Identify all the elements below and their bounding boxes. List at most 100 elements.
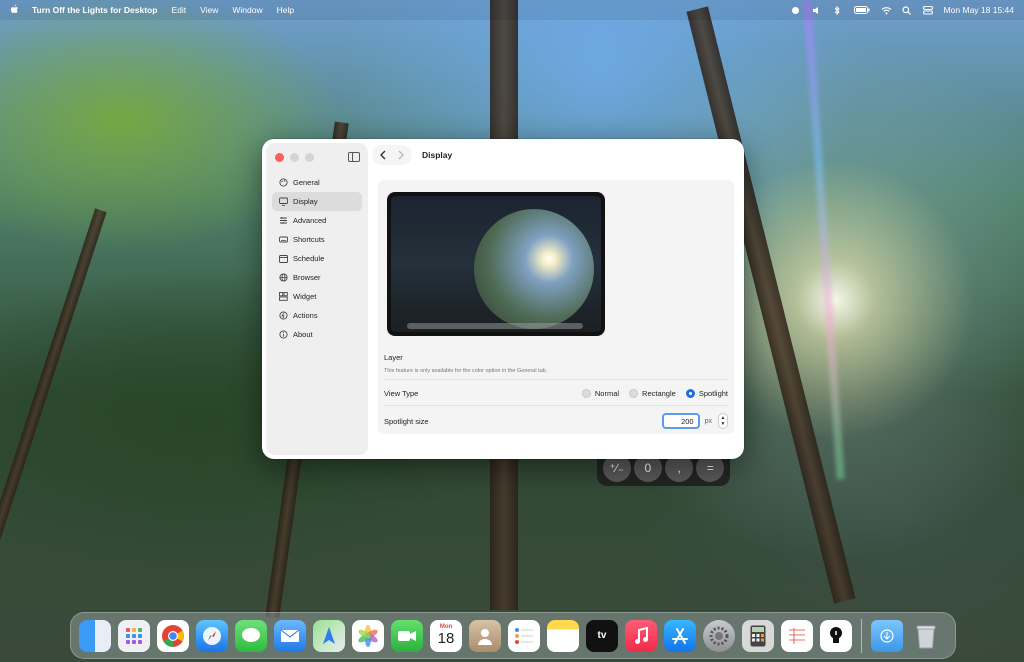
maps-icon[interactable]	[313, 619, 345, 652]
sidebar-item-general[interactable]: General	[272, 173, 362, 192]
info-icon	[279, 330, 288, 339]
sidebar-toggle-icon[interactable]	[348, 152, 360, 162]
divider	[384, 405, 728, 406]
toolbar: Display	[372, 144, 452, 166]
reminders-icon[interactable]	[508, 619, 540, 652]
calendar-app-icon[interactable]: Mon 18	[430, 619, 462, 652]
control-center-icon[interactable]	[922, 6, 933, 15]
sidebar-item-label: Browser	[293, 273, 321, 282]
photos-icon[interactable]	[352, 619, 384, 652]
calendar-icon	[279, 254, 288, 263]
numbers-icon[interactable]	[781, 619, 813, 652]
menu-help[interactable]: Help	[277, 5, 294, 15]
sidebar-item-label: Widget	[293, 292, 317, 301]
calendar-day: 18	[437, 630, 455, 647]
dock-separator	[861, 618, 862, 653]
menu-bar: Turn Off the Lights for Desktop Edit Vie…	[0, 0, 1024, 20]
bolt-icon	[279, 311, 288, 320]
bluetooth-icon[interactable]	[833, 5, 843, 16]
sidebar-item-label: Schedule	[293, 254, 325, 263]
sidebar-item-label: General	[293, 178, 320, 187]
sidebar-item-label: Display	[293, 197, 318, 206]
menu-edit[interactable]: Edit	[171, 5, 186, 15]
keyboard-icon	[279, 235, 288, 244]
sidebar-item-label: Advanced	[293, 216, 327, 225]
view-type-row: View Type Normal Rectangle Spotlight	[384, 386, 728, 400]
turn-off-the-lights-icon[interactable]	[820, 619, 852, 652]
sidebar-item-label: Shortcuts	[293, 235, 325, 244]
globe-icon	[279, 273, 288, 282]
radio-spotlight-dot[interactable]	[685, 388, 695, 398]
layer-note: This feature is only available for the c…	[384, 368, 548, 374]
page-title: Display	[422, 150, 453, 160]
apple-menu-icon[interactable]	[10, 4, 20, 17]
view-type-radio-group: Normal Rectangle Spotlight	[581, 388, 728, 398]
sidebar-item-schedule[interactable]: Schedule	[272, 249, 362, 268]
mail-icon[interactable]	[274, 619, 306, 652]
downloads-folder-icon[interactable]	[871, 619, 903, 652]
spotlight-preview	[387, 192, 605, 336]
display-settings-panel: Layer This feature is only available for…	[378, 180, 734, 434]
apple-tv-icon[interactable]: tv	[586, 619, 618, 652]
sidebar-item-display[interactable]: Display	[272, 192, 362, 211]
spotlight-circle	[474, 209, 594, 329]
widget-icon	[279, 292, 288, 301]
sidebar-item-browser[interactable]: Browser	[272, 268, 362, 287]
back-button[interactable]	[376, 148, 390, 162]
clock[interactable]: Mon May 18 15:44	[944, 5, 1014, 15]
forward-button[interactable]	[394, 148, 408, 162]
spotlight-size-input[interactable]	[661, 413, 700, 429]
facetime-icon[interactable]	[391, 619, 423, 652]
notes-icon[interactable]	[547, 619, 579, 652]
launchpad-icon[interactable]	[118, 619, 150, 652]
sidebar-item-advanced[interactable]: Advanced	[272, 211, 362, 230]
app-store-icon[interactable]	[664, 619, 696, 652]
turn-off-lights-status-icon[interactable]	[791, 6, 801, 14]
sidebar-nav: General Display Advanced Shortcuts Sched…	[272, 173, 362, 344]
search-icon[interactable]	[901, 6, 912, 15]
zoom-button[interactable]	[305, 153, 314, 162]
sidebar: General Display Advanced Shortcuts Sched…	[266, 143, 368, 455]
volume-icon[interactable]	[812, 6, 822, 14]
radio-normal-dot[interactable]	[581, 388, 591, 398]
chrome-icon[interactable]	[157, 619, 189, 652]
sidebar-item-about[interactable]: About	[272, 325, 362, 344]
view-type-label: View Type	[384, 388, 419, 398]
finder-icon[interactable]	[79, 619, 111, 652]
radio-normal-label: Normal	[594, 388, 620, 398]
battery-icon[interactable]	[853, 6, 870, 14]
sliders-icon	[279, 216, 288, 225]
radio-rectangle-label: Rectangle	[642, 388, 676, 398]
wifi-icon[interactable]	[881, 6, 892, 15]
trash-icon[interactable]	[910, 620, 942, 652]
music-icon[interactable]	[625, 619, 657, 652]
calculator-icon[interactable]	[742, 619, 774, 652]
close-button[interactable]	[275, 153, 284, 162]
dock: Mon 18 tv	[70, 612, 956, 659]
messages-icon[interactable]	[235, 619, 267, 652]
contacts-icon[interactable]	[469, 619, 501, 652]
system-settings-icon[interactable]	[703, 619, 735, 652]
sidebar-item-actions[interactable]: Actions	[272, 306, 362, 325]
sidebar-item-shortcuts[interactable]: Shortcuts	[272, 230, 362, 249]
radio-normal[interactable]: Normal	[581, 388, 620, 398]
app-name-menu[interactable]: Turn Off the Lights for Desktop	[32, 5, 157, 15]
spotlight-size-stepper[interactable]: ▲ ▼	[718, 413, 728, 429]
menu-window[interactable]: Window	[232, 5, 262, 15]
traffic-lights	[275, 153, 314, 162]
lens-flare	[803, 0, 845, 480]
minimize-button[interactable]	[290, 153, 299, 162]
sidebar-item-label: Actions	[293, 311, 318, 320]
tv-label: tv	[597, 630, 607, 641]
safari-icon[interactable]	[196, 619, 228, 652]
preview-dock	[407, 323, 583, 329]
radio-spotlight[interactable]: Spotlight	[685, 388, 728, 398]
radio-rectangle-dot[interactable]	[629, 388, 639, 398]
menu-view[interactable]: View	[200, 5, 218, 15]
radio-rectangle[interactable]: Rectangle	[629, 388, 676, 398]
sidebar-item-label: About	[293, 330, 313, 339]
settings-window: General Display Advanced Shortcuts Sched…	[262, 139, 744, 459]
navigation-buttons	[372, 145, 412, 165]
radio-spotlight-label: Spotlight	[698, 388, 728, 398]
sidebar-item-widget[interactable]: Widget	[272, 287, 362, 306]
